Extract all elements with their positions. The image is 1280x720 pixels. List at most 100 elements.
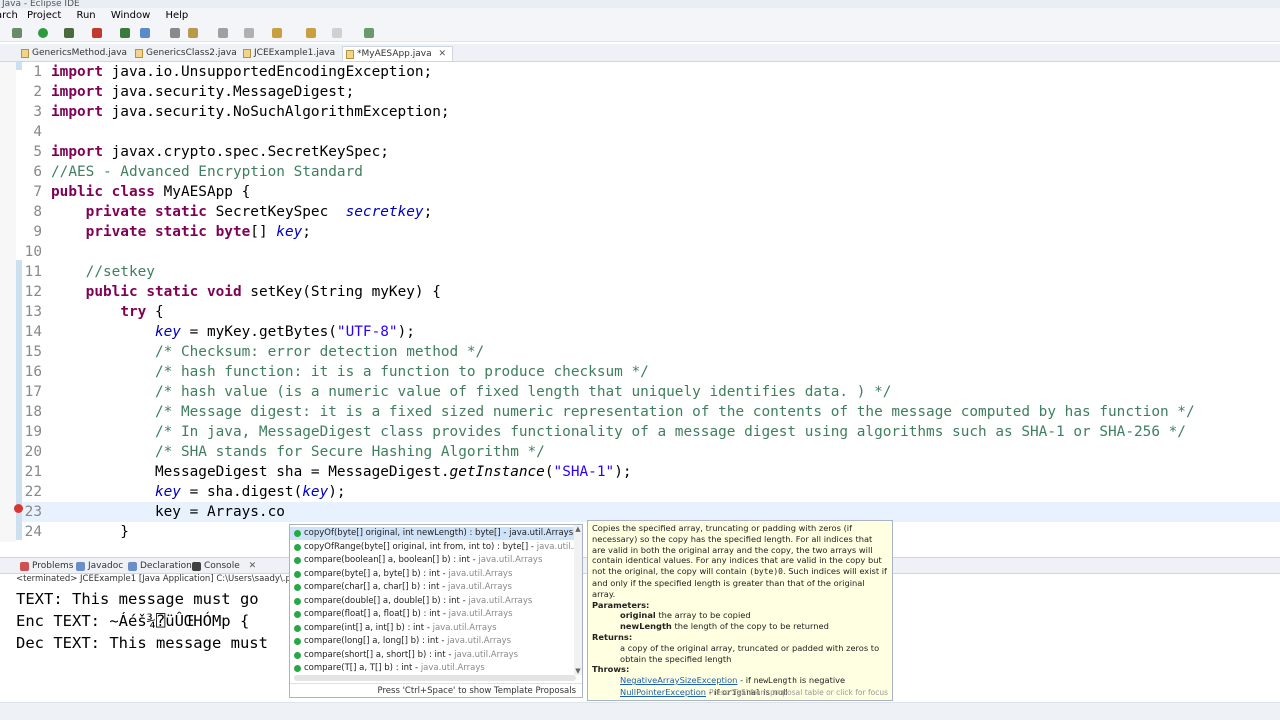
code-line[interactable]: 5 import javax.crypto.spec.SecretKeySpec; (22, 142, 1280, 162)
pin-editor-icon[interactable] (364, 28, 374, 38)
code-line[interactable]: 17 /* hash value (is a numeric value of … (22, 382, 1280, 402)
code-line[interactable]: 15 /* Checksum: error detection method *… (22, 342, 1280, 362)
code-token: byte (215, 224, 251, 240)
error-icon[interactable] (14, 504, 23, 513)
code-line[interactable]: 9 private static byte[] key; (22, 222, 1280, 242)
line-number: 9 (33, 224, 42, 240)
back-arrow-icon[interactable] (306, 28, 316, 38)
new-java-project-icon[interactable] (120, 28, 130, 38)
javadoc-hover[interactable]: Copies the specified array, truncating o… (587, 520, 893, 701)
code-line[interactable]: 2 import java.security.MessageDigest; (22, 82, 1280, 102)
proposal-item[interactable]: compare(double[] a, double[] b) : int - … (290, 595, 576, 608)
code-token: /* hash value (is a numeric value of fix… (154, 384, 892, 400)
doc-throw: NegativeArraySizeException - if newLengt… (592, 675, 888, 687)
external-tools-icon[interactable] (92, 28, 102, 38)
proposal-item[interactable]: compare(short[] a, short[] b) : int - ja… (290, 649, 576, 662)
line-number: 20 (24, 444, 42, 460)
tab-jceexample1[interactable]: JCEExample1.java (240, 46, 341, 61)
code-line[interactable]: 23 key = Arrays.co (22, 502, 1280, 522)
console-output[interactable]: TEXT: This message must go Enc TEXT: ~Áé… (16, 588, 296, 658)
new-package-icon[interactable] (140, 28, 150, 38)
proposal-item[interactable]: copyOf(byte[] original, int newLength) :… (290, 527, 576, 540)
proposal-item[interactable]: compare(float[] a, float[] b) : int - ja… (290, 608, 576, 621)
exception-link[interactable]: NegativeArraySizeException (620, 675, 737, 685)
java-file-icon (21, 49, 29, 58)
tab-genericsmethod[interactable]: GenericsMethod.java (18, 46, 133, 61)
code-line[interactable]: 3 import java.security.NoSuchAlgorithmExc… (22, 102, 1280, 122)
scroll-down-icon[interactable]: ▼ (574, 667, 582, 675)
scroll-up-icon[interactable]: ▲ (574, 525, 582, 533)
annotation-icon[interactable] (218, 28, 228, 38)
code-line[interactable]: 4 (22, 122, 1280, 142)
code-line[interactable]: 8 private static SecretKeySpec secretkey… (22, 202, 1280, 222)
code-line[interactable]: 11 //setkey (22, 262, 1280, 282)
tab-genericsclass2[interactable]: GenericsClass2.java (132, 46, 243, 61)
proposal-signature: copyOfRange(byte[] original, int from, i… (304, 541, 537, 552)
menu-project[interactable]: Project (27, 8, 61, 24)
debug-icon[interactable] (12, 28, 22, 38)
last-edit-icon[interactable] (272, 28, 282, 38)
proposal-class: java.util.Arrays (447, 636, 512, 646)
code-line[interactable]: 20 /* SHA stands for Secure Hashing Algo… (22, 442, 1280, 462)
code-line[interactable]: 14 key = myKey.getBytes("UTF-8"); (22, 322, 1280, 342)
menubar: arch Project Run Window Help (0, 8, 1280, 24)
code-editor[interactable]: 1 import java.io.UnsupportedEncodingExcep… (0, 62, 1280, 542)
proposal-item[interactable]: compare(byte[] a, byte[] b) : int - java… (290, 568, 576, 581)
proposal-signature: compare(char[] a, char[] b) : int - (304, 582, 448, 592)
menu-run[interactable]: Run (76, 8, 95, 24)
proposal-hscrollbar[interactable] (294, 675, 576, 681)
proposal-class: java.util.Arrays (478, 555, 543, 565)
proposal-item[interactable]: compare(char[] a, char[] b) : int - java… (290, 581, 576, 594)
menu-window[interactable]: Window (111, 8, 150, 24)
proposal-item[interactable]: compare(int[] a, int[] b) : int - java.u… (290, 622, 576, 635)
tab-javadoc[interactable]: Javadoc (76, 560, 123, 573)
code-token: key (302, 484, 329, 500)
proposal-item[interactable]: compare(T[] a, T[] b) : int - java.util.… (290, 662, 576, 675)
code-line[interactable]: 21 MessageDigest sha = MessageDigest.get… (22, 462, 1280, 482)
proposal-item[interactable]: compare(boolean[] a, boolean[] b) : int … (290, 554, 576, 567)
open-type-icon[interactable] (170, 28, 180, 38)
code-line[interactable]: 6 //AES - Advanced Encryption Standard (22, 162, 1280, 182)
close-icon[interactable]: ✕ (249, 561, 257, 571)
tab-label: Console (204, 561, 240, 571)
code-line[interactable]: 12 public static void setKey(String myKe… (22, 282, 1280, 302)
close-icon[interactable]: ✕ (439, 49, 447, 59)
code-line[interactable]: 22 key = sha.digest(key); (22, 482, 1280, 502)
code-line[interactable]: 18 /* Message digest: it is a fixed size… (22, 402, 1280, 422)
tab-console[interactable]: Console ✕ (192, 560, 256, 573)
menu-help[interactable]: Help (165, 8, 188, 24)
search-icon[interactable] (188, 28, 198, 38)
tab-declaration[interactable]: Declaration (128, 560, 192, 573)
code-token: key (154, 324, 181, 340)
code-line[interactable]: 19 /* In java, MessageDigest class provi… (22, 422, 1280, 442)
code-line[interactable]: 10 (22, 242, 1280, 262)
console-line: TEXT: This message must go (16, 590, 259, 608)
coverage-icon[interactable] (64, 28, 74, 38)
tab-problems[interactable]: Problems (20, 560, 73, 573)
back-icon[interactable] (244, 28, 254, 38)
tab-myaesapp[interactable]: *MyAESApp.java ✕ (342, 46, 454, 61)
proposal-item[interactable]: copyOfRange(byte[] original, int from, i… (290, 541, 576, 554)
run-icon[interactable] (38, 28, 48, 38)
doc-code: (byte)0 (749, 567, 783, 577)
doc-section-label: Throws: (592, 664, 630, 675)
proposal-class: java.util.Arrays (454, 649, 519, 660)
code-line[interactable]: 13 try { (22, 302, 1280, 322)
proposal-signature: compare(T[] a, T[] b) : int - (304, 663, 421, 673)
code-token: import (51, 104, 103, 120)
code-token: ); (614, 464, 632, 480)
code-line[interactable]: 16 /* hash function: it is a function to… (22, 362, 1280, 382)
line-number: 22 (24, 484, 42, 500)
code-token: key (276, 224, 303, 240)
code-line[interactable]: 1 import java.io.UnsupportedEncodingExcep… (22, 62, 1280, 82)
proposal-scrollbar[interactable]: ▲ ▼ (574, 525, 582, 675)
content-assist-list[interactable]: copyOf(byte[] original, int newLength) :… (289, 524, 583, 698)
forward-arrow-icon[interactable] (332, 28, 342, 38)
code-token: private (85, 204, 147, 220)
proposal-item[interactable]: compare(long[] a, long[] b) : int - java… (290, 635, 576, 648)
code-line[interactable]: 7 public class MyAESApp { (22, 182, 1280, 202)
menu-search[interactable]: arch (0, 8, 18, 24)
